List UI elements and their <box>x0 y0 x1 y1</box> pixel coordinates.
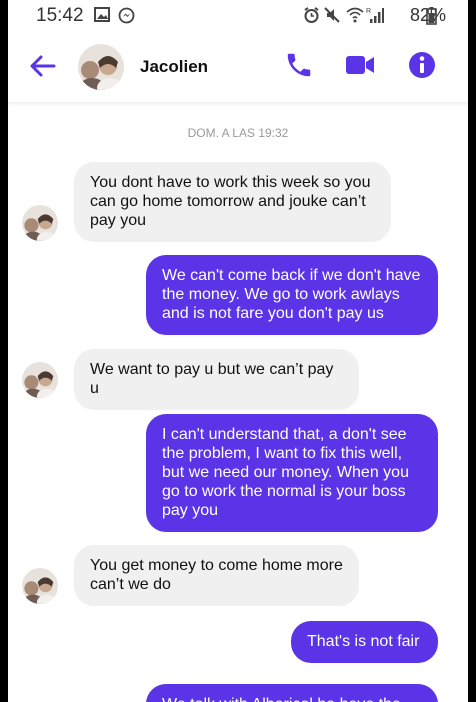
chat-screen: 15:42 R 82% Jacolien DOM. A LAS 19:32 Yo… <box>8 0 468 702</box>
svg-text:R: R <box>366 8 371 15</box>
incoming-message[interactable]: We want to pay u but we can’t pay u <box>74 349 359 410</box>
back-arrow-icon[interactable] <box>28 51 64 85</box>
outgoing-message[interactable]: I can't understand that, a don't see the… <box>146 414 438 532</box>
incoming-message[interactable]: You dont have to work this week so you c… <box>74 162 391 242</box>
alarm-icon <box>303 7 320 29</box>
status-bar: 15:42 R 82% <box>8 0 468 32</box>
chat-header: Jacolien <box>8 32 468 102</box>
phone-icon[interactable] <box>284 50 320 84</box>
battery-icon <box>426 7 437 30</box>
incoming-message[interactable]: You get money to come home more can’t we… <box>74 545 359 606</box>
outgoing-message[interactable]: That's is not fair <box>291 621 438 663</box>
contact-avatar[interactable] <box>78 44 124 90</box>
contact-name[interactable]: Jacolien <box>140 57 208 77</box>
outgoing-message[interactable]: We talk with Albericol ha have the <box>146 684 438 702</box>
sender-avatar[interactable] <box>22 205 58 241</box>
messenger-icon <box>118 7 135 29</box>
video-call-icon[interactable] <box>344 50 380 84</box>
gallery-icon <box>94 7 110 27</box>
sender-avatar[interactable] <box>22 362 58 398</box>
outgoing-message[interactable]: We can't come back if we don't have the … <box>146 255 438 335</box>
status-time: 15:42 <box>36 5 84 26</box>
message-timestamp: DOM. A LAS 19:32 <box>187 126 289 140</box>
sender-avatar[interactable] <box>22 568 58 604</box>
signal-icon: R <box>366 7 384 28</box>
wifi-icon <box>346 7 364 28</box>
info-icon[interactable] <box>407 50 443 84</box>
mute-icon <box>324 7 340 28</box>
